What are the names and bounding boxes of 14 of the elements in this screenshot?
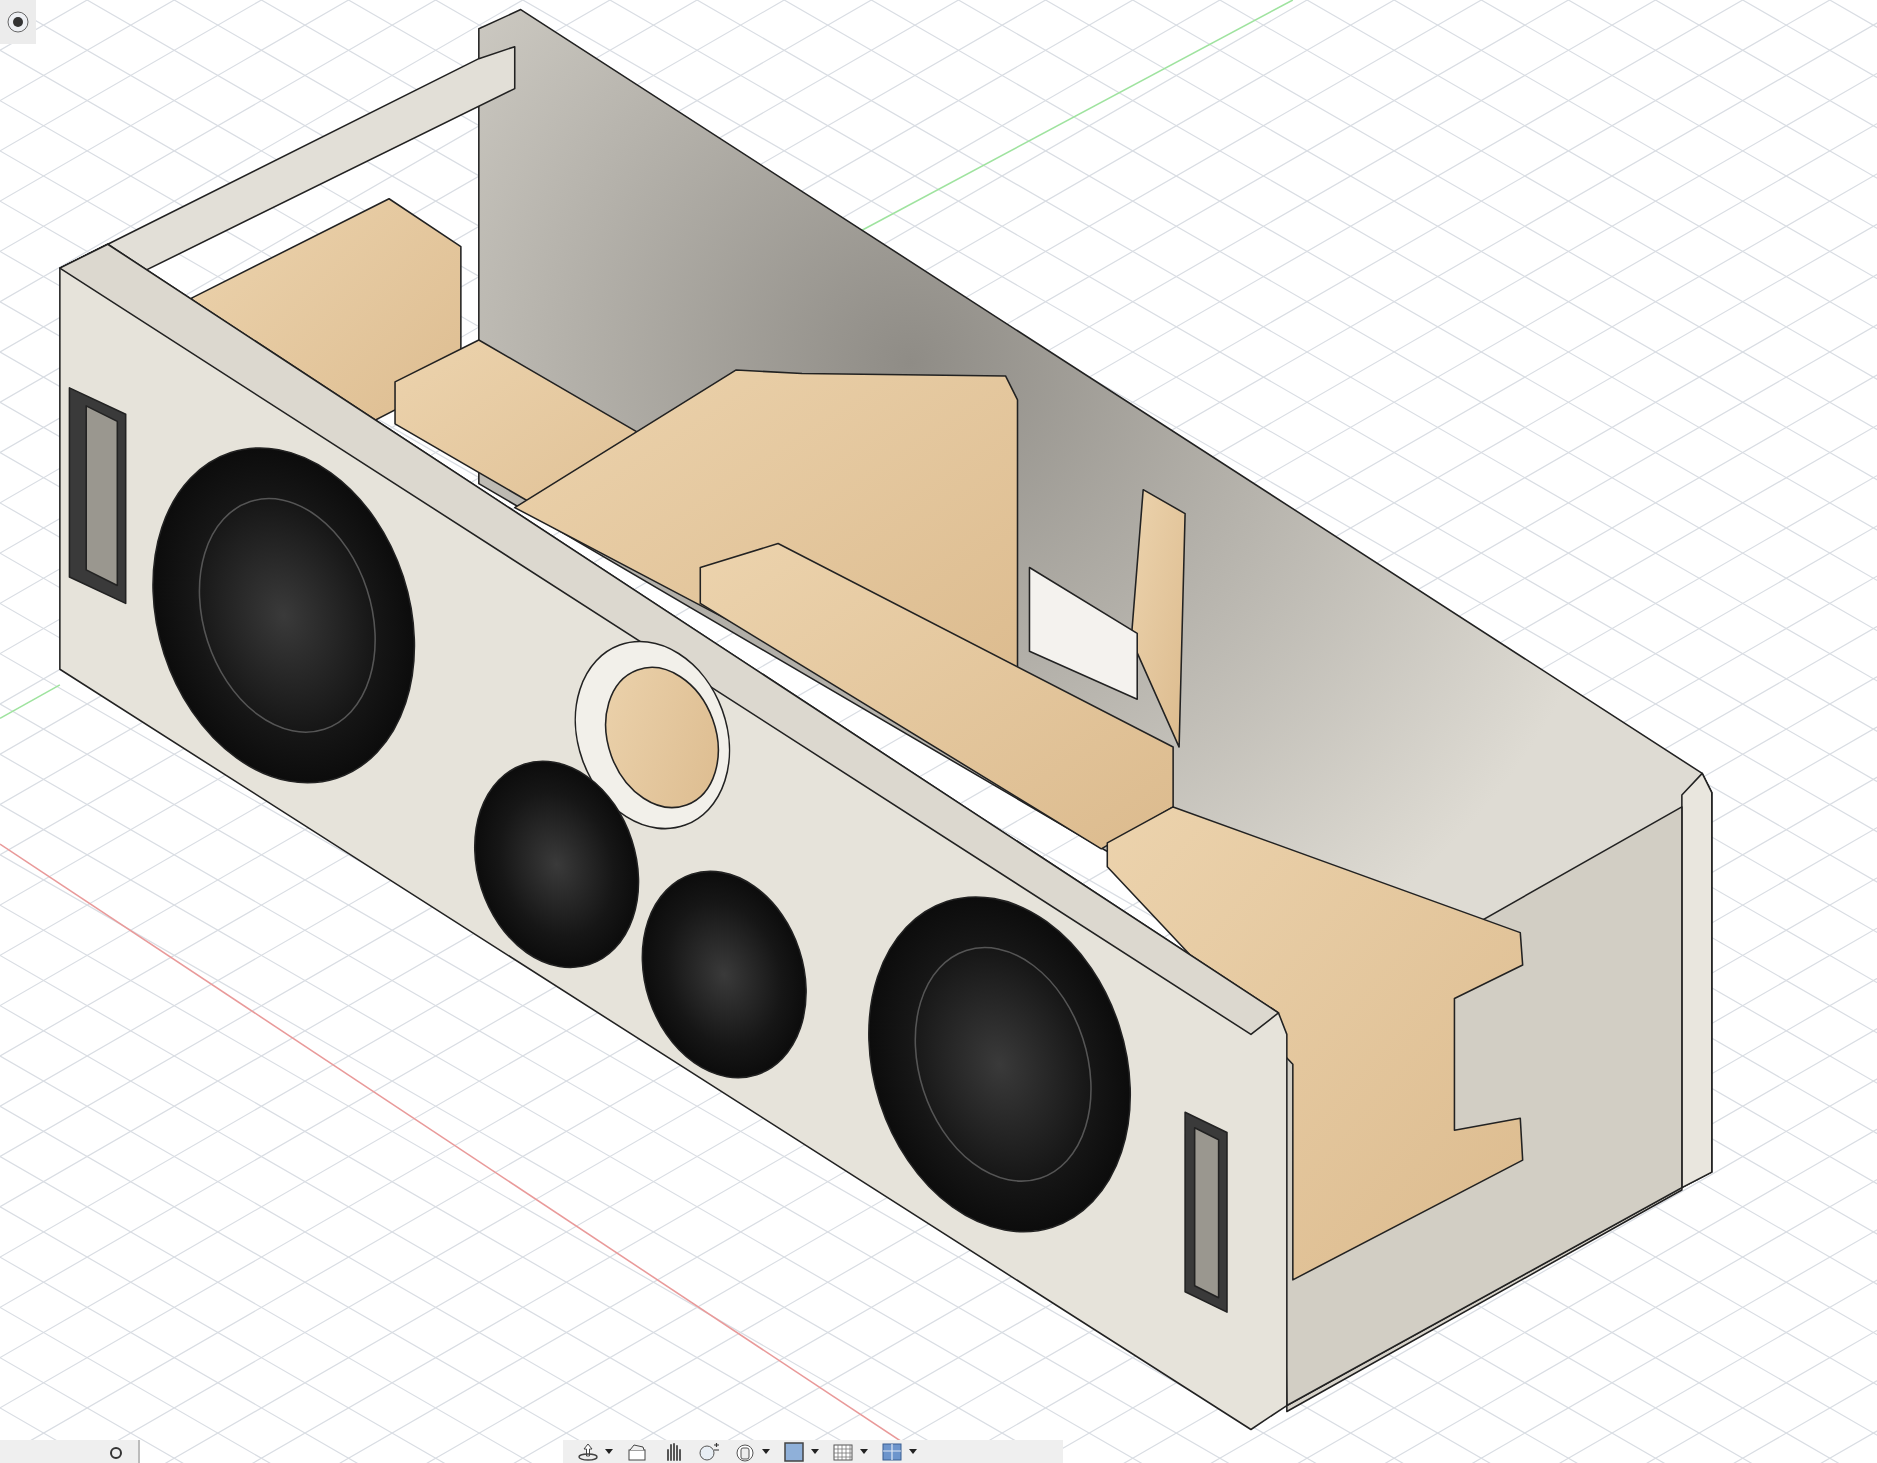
- home-view-button[interactable]: [0, 0, 36, 44]
- display-settings-icon: [783, 1441, 805, 1462]
- caret-icon: [811, 1449, 819, 1454]
- caret-icon: [605, 1449, 613, 1454]
- z-axis-line: [0, 684, 61, 720]
- caret-icon: [762, 1449, 770, 1454]
- toolbar-button[interactable]: [781, 1441, 807, 1462]
- toolbar-button[interactable]: [575, 1441, 601, 1462]
- orbit-icon: [577, 1441, 599, 1462]
- caret-icon: [860, 1449, 868, 1454]
- caret-icon: [909, 1449, 917, 1454]
- target-icon: [6, 10, 30, 34]
- grid-icon: [832, 1441, 854, 1462]
- viewports-icon: [881, 1441, 903, 1462]
